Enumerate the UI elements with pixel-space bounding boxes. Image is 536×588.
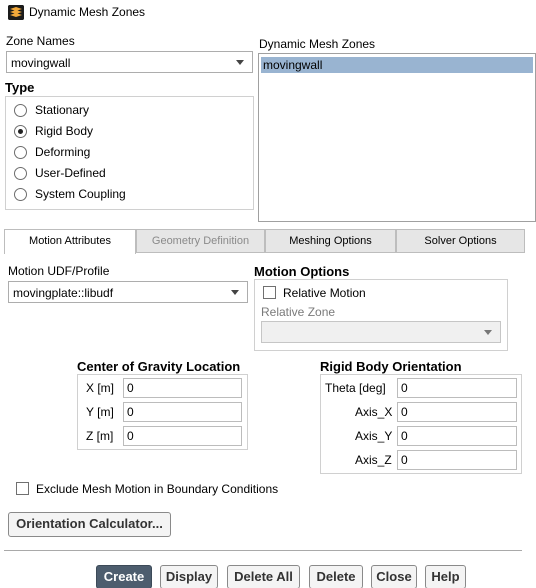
tab-geometry-definition[interactable]: Geometry Definition	[136, 229, 265, 253]
radio-rigid-body[interactable]: Rigid Body	[14, 122, 93, 140]
window-title: Dynamic Mesh Zones	[29, 5, 146, 19]
radio-circle[interactable]	[14, 187, 27, 201]
orientation-label: Rigid Body Orientation	[320, 359, 462, 374]
relative-zone-dropdown[interactable]	[261, 321, 501, 343]
exclude-mesh-motion-label: Exclude Mesh Motion in Boundary Conditio…	[36, 482, 279, 496]
radio-system-coupling[interactable]: System Coupling	[14, 185, 126, 203]
close-button[interactable]: Close	[371, 565, 417, 588]
chevron-down-icon	[236, 60, 244, 65]
chevron-down-icon	[231, 290, 239, 295]
zone-names-value: movingwall	[11, 56, 71, 70]
theta-label: Theta [deg]	[325, 381, 386, 395]
cog-y-input[interactable]: 0	[123, 402, 242, 422]
axis-z-input[interactable]: 0	[397, 450, 517, 470]
exclude-mesh-motion-checkbox[interactable]	[16, 482, 29, 495]
zone-names-dropdown[interactable]: movingwall	[6, 51, 253, 73]
theta-input[interactable]: 0	[397, 378, 517, 398]
axis-x-input[interactable]: 0	[397, 402, 517, 422]
cog-z-label: Z [m]	[86, 429, 114, 443]
axis-z-label: Axis_Z	[355, 453, 392, 467]
cog-x-input[interactable]: 0	[123, 378, 242, 398]
dynamic-mesh-zones-list[interactable]: movingwall	[258, 53, 536, 222]
radio-circle-selected[interactable]	[14, 124, 27, 138]
motion-udf-label: Motion UDF/Profile	[8, 264, 110, 278]
cog-z-input[interactable]: 0	[123, 426, 242, 446]
radio-label: User-Defined	[35, 166, 106, 180]
radio-deforming[interactable]: Deforming	[14, 143, 90, 161]
cog-x-label: X [m]	[86, 381, 115, 395]
radio-label: Rigid Body	[35, 124, 94, 138]
axis-y-label: Axis_Y	[355, 429, 393, 443]
tab-meshing-options[interactable]: Meshing Options	[265, 229, 396, 253]
type-label: Type	[5, 80, 35, 95]
axis-y-input[interactable]: 0	[397, 426, 517, 446]
motion-udf-value: movingplate::libudf	[13, 286, 114, 300]
relative-zone-label: Relative Zone	[261, 305, 336, 319]
radio-circle[interactable]	[14, 145, 27, 159]
app-icon	[8, 5, 24, 20]
radio-circle[interactable]	[14, 166, 27, 180]
cog-label: Center of Gravity Location	[77, 359, 241, 374]
delete-all-button[interactable]: Delete All	[227, 565, 300, 588]
delete-button[interactable]: Delete	[309, 565, 363, 588]
motion-options-label: Motion Options	[254, 264, 350, 279]
tab-motion-attributes[interactable]: Motion Attributes	[4, 229, 136, 254]
radio-label: Stationary	[35, 103, 90, 117]
display-button[interactable]: Display	[160, 565, 218, 588]
radio-stationary[interactable]: Stationary	[14, 101, 89, 119]
radio-user-defined[interactable]: User-Defined	[14, 164, 106, 182]
motion-udf-dropdown[interactable]: movingplate::libudf	[8, 281, 248, 303]
radio-circle[interactable]	[14, 103, 27, 117]
radio-label: System Coupling	[35, 187, 126, 201]
type-group: Stationary Rigid Body Deforming User-Def…	[5, 96, 254, 210]
cog-y-label: Y [m]	[86, 405, 114, 419]
axis-x-label: Axis_X	[355, 405, 393, 419]
radio-label: Deforming	[35, 145, 91, 159]
list-item-selected[interactable]: movingwall	[261, 57, 533, 73]
orientation-calculator-button[interactable]: Orientation Calculator...	[8, 512, 171, 537]
create-button[interactable]: Create	[96, 565, 152, 588]
tab-solver-options[interactable]: Solver Options	[396, 229, 525, 253]
divider	[4, 550, 522, 551]
zone-names-label: Zone Names	[6, 34, 75, 48]
relative-motion-checkbox[interactable]	[263, 286, 276, 299]
relative-motion-label: Relative Motion	[283, 286, 366, 300]
dynamic-mesh-zones-label: Dynamic Mesh Zones	[259, 37, 376, 51]
help-button[interactable]: Help	[425, 565, 466, 588]
chevron-down-icon	[484, 330, 492, 335]
